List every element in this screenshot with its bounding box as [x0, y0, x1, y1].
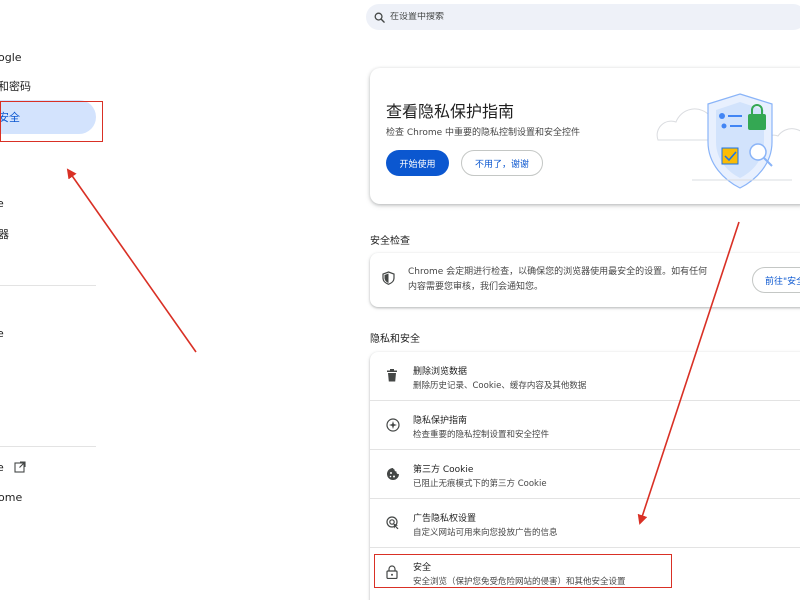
sidebar-item-label: 器	[0, 228, 9, 241]
list-item-subtitle: 已阻止无痕模式下的第三方 Cookie	[413, 479, 547, 489]
sidebar-item-label: ogle	[0, 50, 22, 64]
sidebar-item-label: e	[0, 196, 4, 210]
promo-subtitle: 检查 Chrome 中重要的隐私控制设置和安全控件	[386, 128, 581, 138]
compass-icon	[386, 418, 400, 432]
trash-icon	[387, 369, 397, 382]
safety-check-line: 内容需要您审核，我们会通知您。	[408, 282, 544, 292]
privacy-shield-illustration-icon	[656, 93, 800, 189]
list-item-subtitle: 自定义网站可用来向您投放广告的信息	[413, 528, 558, 538]
sidebar-item-label: 和密码	[0, 80, 31, 93]
cookie-icon	[387, 468, 399, 480]
list-item-subtitle: 删除历史记录、Cookie、缓存内容及其他数据	[413, 381, 587, 391]
list-item-ad-privacy[interactable]: 广告隐私权设置 自定义网站可用来向您投放广告的信息	[370, 499, 800, 548]
list-item-title: 隐私保护指南	[413, 416, 468, 426]
safety-check-line: Chrome 会定期进行检查，以确保您的浏览器使用最安全的设置。如有任何	[408, 267, 708, 277]
annotation-box-security	[374, 554, 672, 588]
no-thanks-button[interactable]: 不用了，谢谢	[461, 150, 543, 176]
go-to-safety-check-button[interactable]: 前往"安全	[752, 267, 800, 293]
sidebar: ogle 和密码 安全 e 器 e e ome	[0, 0, 110, 600]
sidebar-divider	[0, 446, 96, 447]
list-item-subtitle: 检查重要的隐私控制设置和安全控件	[413, 430, 550, 440]
safety-check-heading: 安全检查	[370, 236, 410, 247]
annotation-box-sidebar	[0, 101, 103, 142]
list-item-title: 删除浏览数据	[413, 367, 468, 377]
search-bar[interactable]	[366, 4, 800, 30]
list-item-privacy-guide[interactable]: 隐私保护指南 检查重要的隐私控制设置和安全控件	[370, 401, 800, 450]
search-icon	[374, 12, 385, 23]
list-item-title: 第三方 Cookie	[413, 465, 474, 475]
sidebar-item-label: ome	[0, 490, 23, 504]
shield-icon	[382, 271, 395, 285]
sidebar-divider	[0, 285, 96, 286]
privacy-security-heading: 隐私和安全	[370, 334, 420, 345]
promo-title: 查看隐私保护指南	[386, 102, 515, 121]
list-item-third-party-cookies[interactable]: 第三方 Cookie 已阻止无痕模式下的第三方 Cookie	[370, 450, 800, 499]
privacy-guide-promo-card: 查看隐私保护指南 检查 Chrome 中重要的隐私控制设置和安全控件 开始使用 …	[370, 68, 800, 204]
list-item-title: 广告隐私权设置	[413, 514, 477, 524]
search-input[interactable]	[390, 12, 770, 22]
start-button[interactable]: 开始使用	[386, 150, 449, 176]
safety-check-card: Chrome 会定期进行检查，以确保您的浏览器使用最安全的设置。如有任何 内容需…	[370, 253, 800, 307]
sidebar-item-label: e	[0, 326, 4, 340]
list-item-clear-browsing-data[interactable]: 删除浏览数据 删除历史记录、Cookie、缓存内容及其他数据	[370, 352, 800, 401]
safety-check-description: Chrome 会定期进行检查，以确保您的浏览器使用最安全的设置。如有任何 内容需…	[408, 265, 738, 295]
external-link-icon	[14, 461, 26, 473]
ad-privacy-icon	[386, 516, 399, 530]
sidebar-item-label: e	[0, 460, 4, 474]
